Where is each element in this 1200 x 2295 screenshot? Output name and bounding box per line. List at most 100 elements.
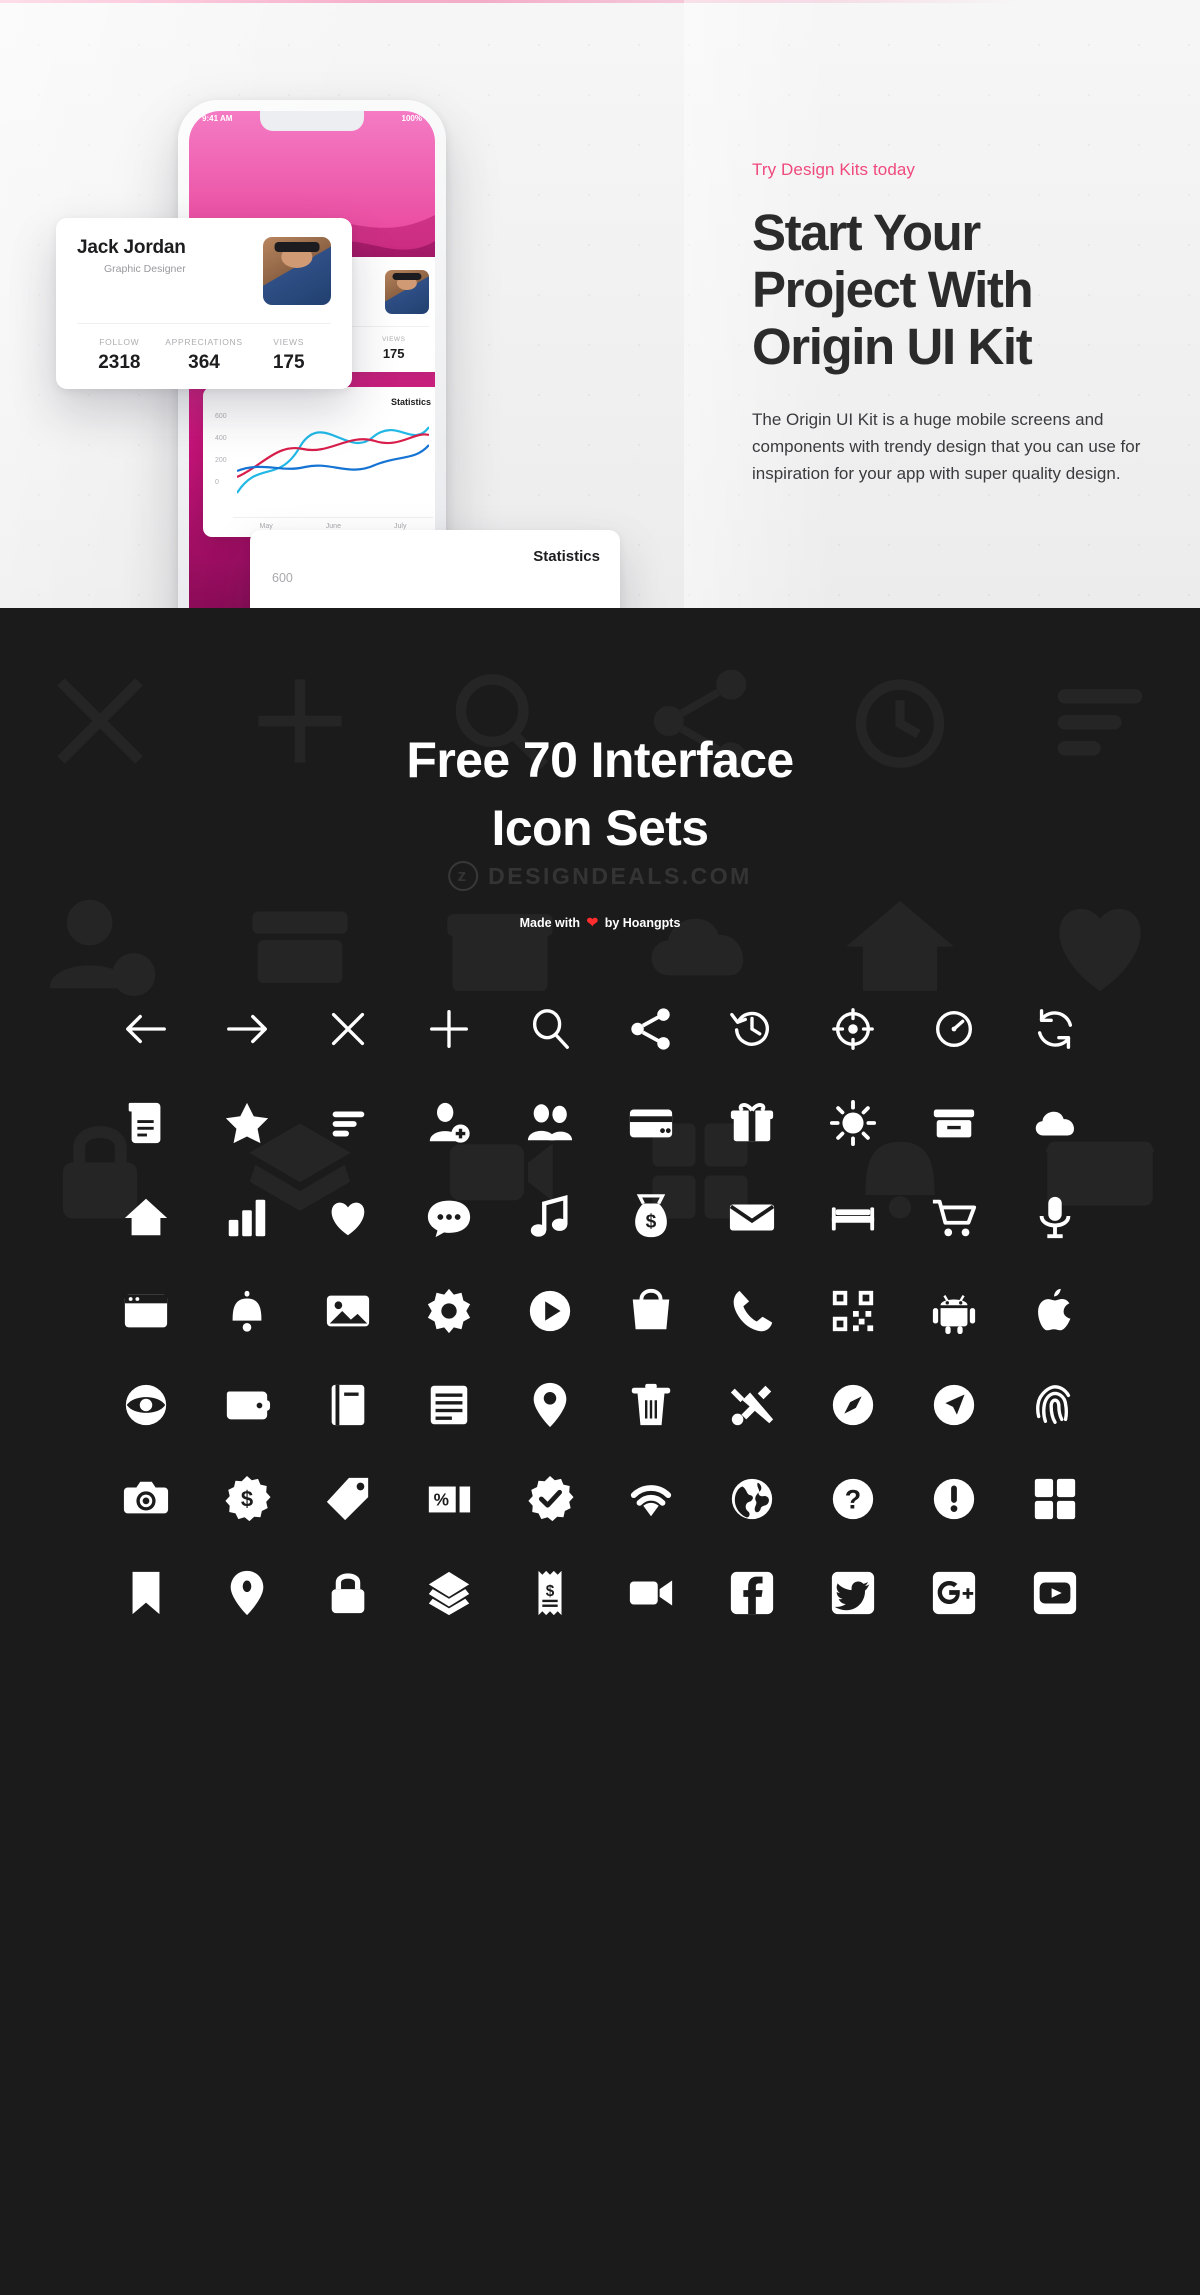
percent-ticket-icon[interactable]: %: [423, 1473, 475, 1525]
heart-icon[interactable]: [322, 1191, 374, 1243]
bookmark-icon[interactable]: [120, 1567, 172, 1619]
made-with-prefix: Made with: [519, 916, 580, 930]
phone-icon[interactable]: [726, 1285, 778, 1337]
trash-icon[interactable]: [625, 1379, 677, 1431]
question-icon[interactable]: ?: [827, 1473, 879, 1525]
avatar: [385, 270, 429, 314]
map-pin-icon[interactable]: [524, 1379, 576, 1431]
music-icon[interactable]: [524, 1191, 576, 1243]
wifi-icon[interactable]: [625, 1473, 677, 1525]
archive-icon[interactable]: [928, 1097, 980, 1149]
phone-chart-xaxis: May June July: [233, 517, 433, 530]
svg-text:$: $: [240, 1487, 252, 1512]
home-icon[interactable]: [120, 1191, 172, 1243]
image-icon[interactable]: [322, 1285, 374, 1337]
history-icon[interactable]: [726, 1003, 778, 1055]
gear-icon[interactable]: [423, 1285, 475, 1337]
alert-icon[interactable]: [928, 1473, 980, 1525]
cloud-icon[interactable]: [1029, 1097, 1081, 1149]
sun-icon[interactable]: [827, 1097, 879, 1149]
mail-icon[interactable]: [726, 1191, 778, 1243]
video-camera-icon[interactable]: [625, 1567, 677, 1619]
arrow-right-icon[interactable]: [221, 1003, 273, 1055]
verified-badge-icon[interactable]: [524, 1473, 576, 1525]
search-icon[interactable]: [524, 1003, 576, 1055]
receipt-icon[interactable]: $: [524, 1567, 576, 1619]
stat-value: 364: [188, 352, 220, 373]
close-icon[interactable]: [322, 1003, 374, 1055]
money-bag-icon[interactable]: $: [625, 1191, 677, 1243]
tools-icon[interactable]: [726, 1379, 778, 1431]
phone-chart-yaxis: 600 400 200 0: [215, 413, 227, 501]
grid-icon[interactable]: [1029, 1473, 1081, 1525]
list-icon[interactable]: [423, 1379, 475, 1431]
headline-line-2: Project With: [752, 261, 1034, 319]
plus-icon[interactable]: [423, 1003, 475, 1055]
refresh-icon[interactable]: [1029, 1003, 1081, 1055]
twitter-icon[interactable]: [827, 1567, 879, 1619]
star-icon[interactable]: [221, 1097, 273, 1149]
layers-icon[interactable]: [423, 1567, 475, 1619]
document-icon[interactable]: [120, 1097, 172, 1149]
lock-icon[interactable]: [322, 1567, 374, 1619]
camera-icon[interactable]: [120, 1473, 172, 1525]
ytick-600: 600: [272, 571, 293, 585]
navigation-icon[interactable]: [928, 1379, 980, 1431]
android-icon[interactable]: [928, 1285, 980, 1337]
stat-value: 175: [382, 346, 405, 361]
credit-card-icon[interactable]: [625, 1097, 677, 1149]
wallet-icon[interactable]: [221, 1379, 273, 1431]
globe-icon[interactable]: [726, 1473, 778, 1525]
bell-icon[interactable]: [221, 1285, 273, 1337]
gift-icon[interactable]: [726, 1097, 778, 1149]
compass-icon[interactable]: [827, 1379, 879, 1431]
tag-icon[interactable]: [322, 1473, 374, 1525]
eye-icon[interactable]: [120, 1379, 172, 1431]
sort-icon[interactable]: [322, 1097, 374, 1149]
hero-description: The Origin UI Kit is a huge mobile scree…: [752, 410, 1141, 484]
browser-window-icon[interactable]: [120, 1285, 172, 1337]
bar-chart-icon[interactable]: [221, 1191, 273, 1243]
google-plus-icon[interactable]: [928, 1567, 980, 1619]
floating-statistics-card: Statistics 600 400 200 0 May June July: [250, 530, 620, 608]
floating-profile-card: Jack Jordan Graphic Designer FOLLOW 2318…: [56, 218, 352, 389]
add-user-icon[interactable]: [423, 1097, 475, 1149]
xtick: July: [394, 523, 407, 530]
ytick: 400: [215, 435, 227, 442]
apple-icon[interactable]: [1029, 1285, 1081, 1337]
dark-title-line-2: Icon Sets: [491, 800, 709, 856]
microphone-icon[interactable]: [1029, 1191, 1081, 1243]
facebook-icon[interactable]: [726, 1567, 778, 1619]
dollar-badge-icon[interactable]: $: [221, 1473, 273, 1525]
ytick: 600: [215, 413, 227, 420]
chart-plot-area: [294, 572, 610, 608]
made-with-credit: Made with ❤ by Hoangpts: [0, 914, 1200, 931]
stat-appreciations: APPRECIATIONS 364: [162, 337, 247, 374]
profile-stats: FOLLOW 2318 APPRECIATIONS 364 VIEWS 175: [77, 323, 331, 374]
youtube-icon[interactable]: [1029, 1567, 1081, 1619]
arrow-left-icon[interactable]: [120, 1003, 172, 1055]
stat-value: 2318: [98, 352, 141, 373]
shopping-bag-icon[interactable]: [625, 1285, 677, 1337]
chart-title: Statistics: [533, 548, 600, 565]
stat-label: VIEWS: [273, 337, 305, 347]
shopping-cart-icon[interactable]: [928, 1191, 980, 1243]
book-icon[interactable]: [322, 1379, 374, 1431]
share-icon[interactable]: [625, 1003, 677, 1055]
users-icon[interactable]: [524, 1097, 576, 1149]
qr-code-icon[interactable]: [827, 1285, 879, 1337]
location-pin-icon[interactable]: [221, 1567, 273, 1619]
phone-notch: [260, 111, 364, 131]
fingerprint-icon[interactable]: [1029, 1379, 1081, 1431]
bed-icon[interactable]: [827, 1191, 879, 1243]
phone-chart-lines: [237, 426, 429, 494]
play-icon[interactable]: [524, 1285, 576, 1337]
chat-icon[interactable]: [423, 1191, 475, 1243]
dark-header: Free 70 Interface Icon Sets Made with ❤ …: [0, 608, 1200, 931]
svg-text:%: %: [433, 1490, 448, 1510]
headline-line-1: Start Your: [752, 204, 981, 261]
hero-eyebrow[interactable]: Try Design Kits today: [752, 160, 1172, 180]
speedometer-icon[interactable]: [928, 1003, 980, 1055]
target-icon[interactable]: [827, 1003, 879, 1055]
headline-line-3: Origin UI Kit: [752, 318, 1033, 376]
